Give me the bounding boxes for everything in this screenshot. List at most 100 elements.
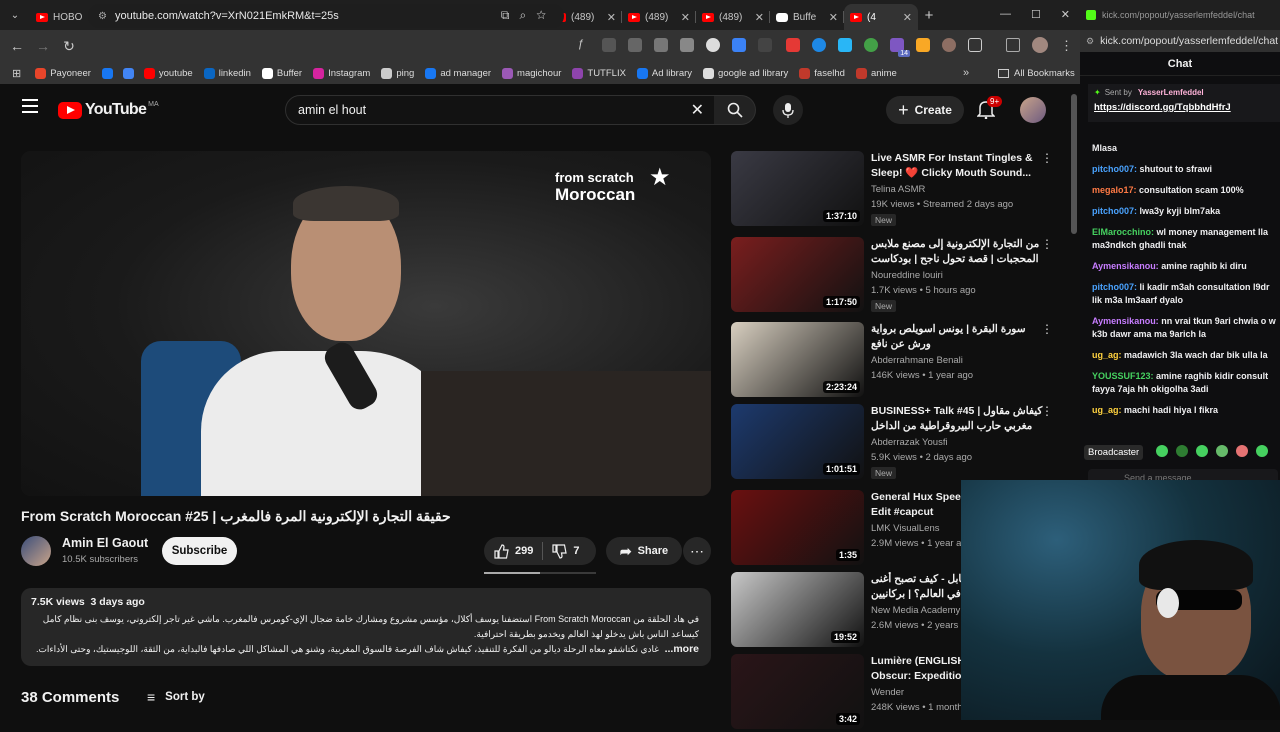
video-thumbnail[interactable]: 1:17:50 xyxy=(731,237,864,312)
install-icon[interactable]: ⧉ xyxy=(501,8,520,22)
video-thumbnail[interactable]: 1:35 xyxy=(731,490,864,565)
tab-close-icon[interactable]: ✕ xyxy=(829,11,838,24)
forward-icon[interactable]: → xyxy=(30,38,56,54)
browser-tab[interactable]: Buffe ✕ xyxy=(770,4,844,30)
suggested-video-channel[interactable]: New Media Academy xyxy=(871,605,960,616)
emote-icon[interactable] xyxy=(1196,445,1208,457)
extension-icon-4[interactable] xyxy=(654,38,668,52)
suggested-video-item[interactable]: 1:17:50 من التجارة الإلكترونية إلى مصنع م… xyxy=(731,237,1066,315)
chat-site-info-icon[interactable]: ⚙ xyxy=(1086,36,1094,47)
chat-username[interactable]: pitcho007: xyxy=(1092,206,1137,216)
address-bar[interactable]: ⚙ youtube.com/watch?v=XrN021EmkRM&t=25s … xyxy=(88,4,564,28)
bookmark-item[interactable] xyxy=(101,67,117,79)
extension-icon-1[interactable]: ƒ xyxy=(578,38,592,52)
apps-grid-icon[interactable]: ⊞ xyxy=(12,67,21,80)
show-more-link[interactable]: ...more xyxy=(665,643,699,655)
suggested-video-channel[interactable]: Wender xyxy=(871,687,904,698)
extension-icon-5[interactable] xyxy=(680,38,694,52)
bookmark-item[interactable]: ad manager xyxy=(425,67,491,79)
suggested-video-channel[interactable]: LMK VisualLens xyxy=(871,523,939,534)
reading-list-icon[interactable] xyxy=(1006,38,1020,52)
video-thumbnail[interactable]: 2:23:24 xyxy=(731,322,864,397)
clear-search-icon[interactable]: ✕ xyxy=(691,100,704,120)
extension-icon-9[interactable] xyxy=(786,38,800,52)
subscribe-button[interactable]: Subscribe xyxy=(162,537,237,565)
suggested-video-item[interactable]: 1:37:10 Live ASMR For Instant Tingles & S… xyxy=(731,151,1066,229)
extension-icon-15[interactable] xyxy=(942,38,956,52)
bookmark-item[interactable]: Ad library xyxy=(636,67,692,79)
bookmark-item[interactable]: Payoneer xyxy=(35,67,91,79)
chat-username[interactable]: megalo17: xyxy=(1092,185,1137,195)
browser-menu-icon[interactable]: ⋮ xyxy=(1060,38,1073,54)
suggested-video-title[interactable]: من التجارة الإلكترونية إلى مصنع ملابس ال… xyxy=(871,237,1046,268)
chat-username[interactable]: ElMarocchino: xyxy=(1092,227,1154,237)
chat-username[interactable]: Aymensikanou: xyxy=(1092,261,1159,271)
bookmark-item[interactable]: ping xyxy=(381,67,414,79)
tab-close-icon[interactable]: ✕ xyxy=(903,11,912,24)
share-button[interactable]: ➦ Share xyxy=(606,537,682,565)
tab-search-icon[interactable]: ⌄ xyxy=(0,10,30,21)
like-button[interactable]: 299 xyxy=(494,543,533,559)
emote-icon[interactable] xyxy=(1156,445,1168,457)
profile-avatar[interactable] xyxy=(1032,37,1048,53)
video-options-icon[interactable]: ⋮ xyxy=(1041,322,1053,336)
reload-icon[interactable]: ↻ xyxy=(56,38,82,55)
channel-name[interactable]: Amin El Gaout xyxy=(62,536,148,550)
suggested-video-item[interactable]: 1:01:51 BUSINESS+ Talk #45 | كيفاش مقاول … xyxy=(731,404,1066,482)
video-options-icon[interactable]: ⋮ xyxy=(1041,237,1053,251)
sort-comments-button[interactable]: ≡ Sort by xyxy=(147,689,205,705)
extension-icon-6[interactable] xyxy=(706,38,720,52)
minimize-button[interactable]: — xyxy=(1000,8,1011,21)
extension-icon-7[interactable] xyxy=(732,38,746,52)
browser-tab[interactable]: (489) ✕ xyxy=(696,4,770,30)
bookmark-item[interactable]: magichour xyxy=(502,67,561,79)
suggested-video-channel[interactable]: Telina ASMR xyxy=(871,184,925,195)
tab-close-icon[interactable]: ✕ xyxy=(607,11,616,24)
video-thumbnail[interactable]: 19:52 xyxy=(731,572,864,647)
pinned-link[interactable]: https://discord.gg/TqbbhdHfrJ xyxy=(1094,102,1274,113)
bookmark-item[interactable]: linkedin xyxy=(203,67,251,79)
zoom-icon[interactable]: ⌕ xyxy=(519,8,536,22)
emote-icon[interactable] xyxy=(1256,445,1268,457)
channel-avatar[interactable] xyxy=(21,536,51,566)
browser-tab[interactable]: (4 ✕ xyxy=(844,4,918,30)
extension-icon-2[interactable] xyxy=(602,38,616,52)
bookmark-item[interactable]: TUTFLIX xyxy=(572,67,626,79)
extension-icon-12[interactable] xyxy=(864,38,878,52)
search-input[interactable]: amin el hout ✕ xyxy=(285,95,715,125)
tab-close-icon[interactable]: ✕ xyxy=(681,11,690,24)
youtube-logo[interactable]: YouTube MA xyxy=(58,101,159,119)
suggested-video-title[interactable]: سورة البقرة | يونس اسويلص برواية ورش عن … xyxy=(871,322,1046,352)
suggested-video-title[interactable]: BUSINESS+ Talk #45 | كيفاش مقاول مغربي ح… xyxy=(871,404,1046,434)
video-options-icon[interactable]: ⋮ xyxy=(1041,151,1053,165)
voice-search-button[interactable] xyxy=(773,95,803,125)
chat-username[interactable]: pitcho007: xyxy=(1092,282,1137,292)
bookmark-item[interactable]: google ad library xyxy=(703,67,788,79)
bookmark-item[interactable]: youtube xyxy=(143,67,193,79)
close-window-button[interactable]: ✕ xyxy=(1061,8,1070,21)
video-thumbnail[interactable]: 1:37:10 xyxy=(731,151,864,226)
suggested-video-item[interactable]: 2:23:24 سورة البقرة | يونس اسويلص برواية … xyxy=(731,322,1066,400)
dislike-button[interactable]: 7 xyxy=(552,543,579,559)
chat-username[interactable]: YOUSSUF123: xyxy=(1092,371,1154,381)
back-icon[interactable]: ← xyxy=(4,38,30,54)
maximize-button[interactable]: ☐ xyxy=(1031,8,1041,21)
account-avatar[interactable] xyxy=(1020,97,1046,123)
video-thumbnail[interactable]: 1:01:51 xyxy=(731,404,864,479)
bookmark-item[interactable]: anime xyxy=(855,67,897,79)
suggested-video-channel[interactable]: Abderrazak Yousfi xyxy=(871,437,948,448)
all-bookmarks-folder[interactable]: All Bookmarks xyxy=(998,68,1075,79)
bookmark-item[interactable]: faselhd xyxy=(799,67,845,79)
extension-icon-10[interactable] xyxy=(812,38,826,52)
extension-icon-14[interactable] xyxy=(916,38,930,52)
chat-username[interactable]: Aymensikanou: xyxy=(1092,316,1159,326)
extensions-puzzle-icon[interactable] xyxy=(968,38,982,52)
more-bookmarks-icon[interactable]: » xyxy=(963,67,969,79)
extension-icon-8[interactable] xyxy=(758,38,772,52)
suggested-video-channel[interactable]: Abderrahmane Benali xyxy=(871,355,963,366)
bookmark-item[interactable]: Buffer xyxy=(261,67,302,79)
browser-tab[interactable]: (489) ✕ xyxy=(622,4,696,30)
video-player[interactable]: from scratch Moroccan ★ xyxy=(21,151,711,496)
bookmark-item[interactable] xyxy=(122,67,138,79)
emote-icon[interactable] xyxy=(1216,445,1228,457)
